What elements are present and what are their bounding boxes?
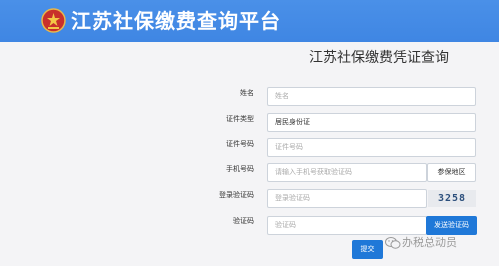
watermark-text: 办税总动员	[402, 236, 457, 249]
page-title: 江苏社保缴费凭证查询	[309, 50, 449, 66]
send-code-button[interactable]: 发送验证码	[426, 216, 477, 235]
id-number-input[interactable]: 证件号码	[267, 138, 476, 157]
name-label: 姓名	[240, 89, 254, 97]
id-number-label: 证件号码	[226, 140, 254, 148]
header-bar: 江苏社保缴费查询平台	[0, 0, 499, 42]
captcha-image[interactable]: 3258	[428, 190, 476, 207]
wechat-icon	[385, 237, 401, 249]
name-input[interactable]: 姓名	[267, 87, 476, 106]
phone-input[interactable]: 请输入手机号获取验证码	[267, 163, 427, 182]
app-title: 江苏社保缴费查询平台	[71, 9, 281, 33]
region-select[interactable]: 参保地区	[427, 163, 476, 182]
sms-code-input[interactable]: 验证码	[267, 216, 427, 235]
login-captcha-label: 登录验证码	[219, 191, 254, 199]
id-type-select[interactable]: 居民身份证	[267, 113, 476, 132]
login-captcha-input[interactable]: 登录验证码	[267, 189, 427, 208]
submit-button[interactable]: 提交	[352, 240, 383, 259]
tax-emblem-icon	[41, 8, 66, 33]
phone-label: 手机号码	[226, 165, 254, 173]
sms-code-label: 验证码	[233, 217, 254, 225]
id-type-label: 证件类型	[226, 115, 254, 123]
